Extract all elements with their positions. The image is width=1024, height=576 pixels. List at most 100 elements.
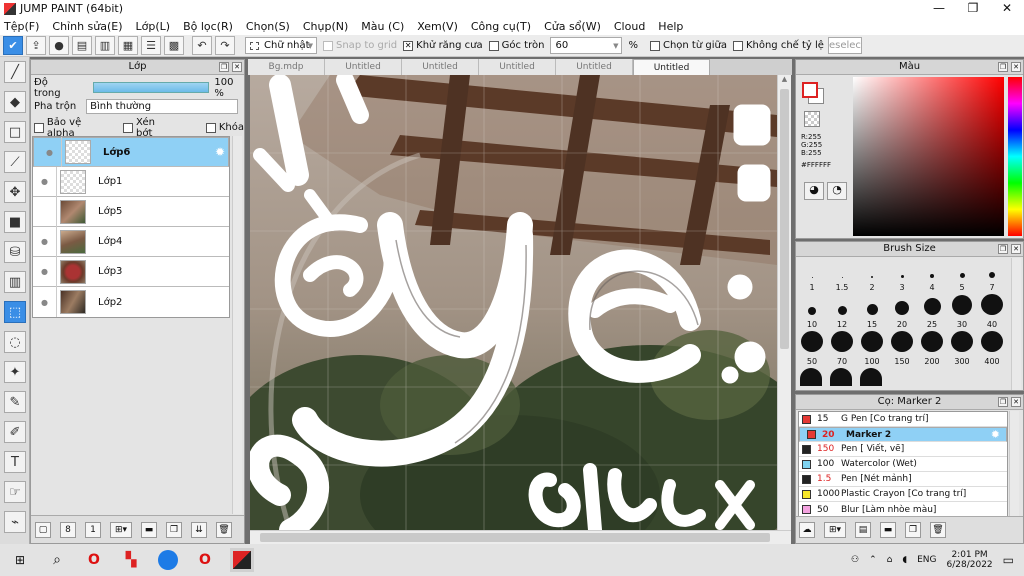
menu-filter[interactable]: Bộ lọc(R) — [183, 20, 233, 33]
snap-toggle-icon[interactable]: ✔ — [3, 36, 23, 55]
layer-item[interactable]: Lớp5 — [33, 196, 229, 227]
snap-to-grid-checkbox[interactable] — [323, 40, 333, 51]
folder-icon[interactable]: ▬ — [141, 521, 157, 538]
brush-size-option[interactable] — [830, 368, 852, 386]
new-layer-icon[interactable]: ▢ — [35, 521, 51, 538]
menu-window[interactable]: Cửa sổ(W) — [544, 20, 601, 33]
menu-view[interactable]: Xem(V) — [417, 20, 458, 33]
protect-alpha-checkbox[interactable] — [34, 122, 44, 133]
brush-page-icon[interactable]: ▤ — [855, 522, 871, 538]
cloud-brush-icon[interactable]: ☁ — [799, 522, 815, 538]
network-icon[interactable]: ⌂ — [887, 555, 893, 565]
brush-size-option[interactable]: 25 — [917, 294, 947, 331]
zalo-icon[interactable] — [156, 548, 180, 572]
lock-checkbox[interactable] — [205, 122, 216, 133]
brush-size-option[interactable]: 1.5 — [827, 257, 857, 294]
add-brush-menu-icon[interactable]: ⊞▾ — [824, 522, 846, 538]
brush-size-option[interactable]: 300 — [947, 331, 977, 368]
delete-layer-icon[interactable]: 🗑 — [216, 521, 232, 538]
brush-list-scrollbar[interactable] — [1009, 411, 1019, 516]
foreground-color-swatch[interactable] — [802, 82, 818, 98]
menu-color[interactable]: Màu (C) — [361, 20, 404, 33]
brush-size-option[interactable]: 400 — [977, 331, 1007, 368]
visibility-icon[interactable]: ● — [33, 287, 57, 317]
brush-size-option[interactable]: 5 — [947, 257, 977, 294]
brush-size-option[interactable]: 3 — [887, 257, 917, 294]
antialias-option[interactable]: ✕ Khử răng cưa — [403, 40, 483, 51]
layer-item[interactable]: ● Lớp4 — [33, 226, 229, 257]
opera-gx-icon[interactable]: O — [193, 548, 217, 572]
brush-size-option[interactable] — [860, 368, 882, 386]
transparent-color-swatch[interactable] — [804, 111, 820, 127]
brush-size-option[interactable] — [800, 368, 822, 386]
saturation-value-picker[interactable] — [853, 77, 1004, 236]
round-corner-option[interactable]: Góc tròn — [488, 40, 544, 51]
brush-size-option[interactable]: 4 — [917, 257, 947, 294]
select-pen-tool-icon[interactable]: ✎ — [4, 391, 26, 413]
palette-picker-icon[interactable]: ◔ — [827, 182, 847, 200]
tab-document[interactable]: Untitled — [402, 59, 479, 75]
tab-document[interactable]: Untitled — [556, 59, 633, 75]
tab-document[interactable]: Untitled — [479, 59, 556, 75]
jump-paint-taskbar-icon[interactable] — [230, 548, 254, 572]
brush-size-option[interactable]: 200 — [917, 331, 947, 368]
brush-list-item[interactable]: 20 Marker 2 ✹ — [799, 427, 1007, 442]
input-language[interactable]: ENG — [917, 555, 936, 565]
brush-size-option[interactable]: 70 — [827, 331, 857, 368]
bucket-tool-icon[interactable]: ⛁ — [4, 241, 26, 263]
panel-close-icon[interactable]: ✕ — [1011, 62, 1021, 72]
brush-size-option[interactable]: 150 — [887, 331, 917, 368]
brush-size-scrollbar[interactable] — [1011, 258, 1021, 390]
eraser-tool-icon[interactable]: ◆ — [4, 91, 26, 113]
minimize-icon[interactable]: — — [922, 0, 956, 17]
merge-layer-icon[interactable]: ⇊ — [191, 521, 207, 538]
comment-icon[interactable]: ● — [49, 36, 69, 55]
brush-size-option[interactable]: 20 — [887, 294, 917, 331]
visibility-icon[interactable]: ● — [33, 226, 57, 257]
brush-size-option[interactable]: 30 — [947, 294, 977, 331]
new-1bit-layer-icon[interactable]: 1 — [85, 521, 101, 538]
menu-select[interactable]: Chọn(S) — [246, 20, 290, 33]
line-tool-icon[interactable]: ⟋ — [4, 151, 26, 173]
grid-icon[interactable]: ▩ — [164, 36, 184, 55]
menu-tools[interactable]: Công cụ(T) — [471, 20, 531, 33]
duplicate-layer-icon[interactable]: ❐ — [166, 521, 182, 538]
brush-size-option[interactable]: 40 — [977, 294, 1007, 331]
visibility-icon[interactable] — [33, 196, 57, 227]
fixed-ratio-checkbox[interactable] — [732, 40, 743, 51]
delete-brush-icon[interactable]: 🗑 — [930, 522, 946, 538]
brush-size-option[interactable]: 50 — [797, 331, 827, 368]
brush-list-item[interactable]: 1000 Plastic Crayon [Co trang trí] — [799, 487, 1007, 502]
opacity-slider[interactable] — [92, 82, 210, 93]
from-center-option[interactable]: Chọn từ giữa — [649, 40, 727, 51]
lasso-tool-icon[interactable]: ◌ — [4, 331, 26, 353]
notifications-icon[interactable]: ▭ — [1003, 553, 1014, 567]
menu-help[interactable]: Help — [658, 20, 683, 33]
visibility-icon[interactable]: ● — [38, 137, 62, 167]
tab-document-active[interactable]: Untitled — [633, 59, 710, 75]
layer-item[interactable]: ● Lớp2 — [33, 287, 229, 317]
document-icon[interactable]: ▦ — [118, 36, 138, 55]
from-center-checkbox[interactable] — [649, 40, 660, 51]
panel-close-icon[interactable]: ✕ — [1011, 244, 1021, 254]
tab-document[interactable]: Untitled — [325, 59, 402, 75]
new-8bit-layer-icon[interactable]: 8 — [60, 521, 76, 538]
select-eraser-tool-icon[interactable]: ✐ — [4, 421, 26, 443]
redo-icon[interactable]: ↷ — [215, 36, 235, 55]
menu-file[interactable]: Tệp(F) — [4, 20, 39, 33]
dialog-icon[interactable]: ▤ — [72, 36, 92, 55]
panel-float-icon[interactable]: ❐ — [998, 397, 1008, 407]
magic-wand-tool-icon[interactable]: ✦ — [4, 361, 26, 383]
canvas-horizontal-scrollbar[interactable] — [250, 530, 791, 544]
drawing-canvas[interactable] — [250, 75, 777, 530]
palette-icon[interactable]: ◕ — [804, 182, 824, 200]
brush-list-item[interactable]: 100 Watercolor (Wet) — [799, 457, 1007, 472]
brush-list-item[interactable]: 15 G Pen [Co trang trí] — [799, 412, 1007, 427]
page-icon[interactable]: ▥ — [95, 36, 115, 55]
brush-settings-icon[interactable]: ✹ — [991, 428, 1000, 441]
visibility-icon[interactable]: ● — [33, 166, 57, 197]
fixed-ratio-option[interactable]: Không chế tỷ lệ — [732, 40, 824, 51]
app-tiles-icon[interactable]: ▚ — [119, 548, 143, 572]
brush-size-option[interactable]: 12 — [827, 294, 857, 331]
duplicate-brush-icon[interactable]: ❐ — [905, 522, 921, 538]
